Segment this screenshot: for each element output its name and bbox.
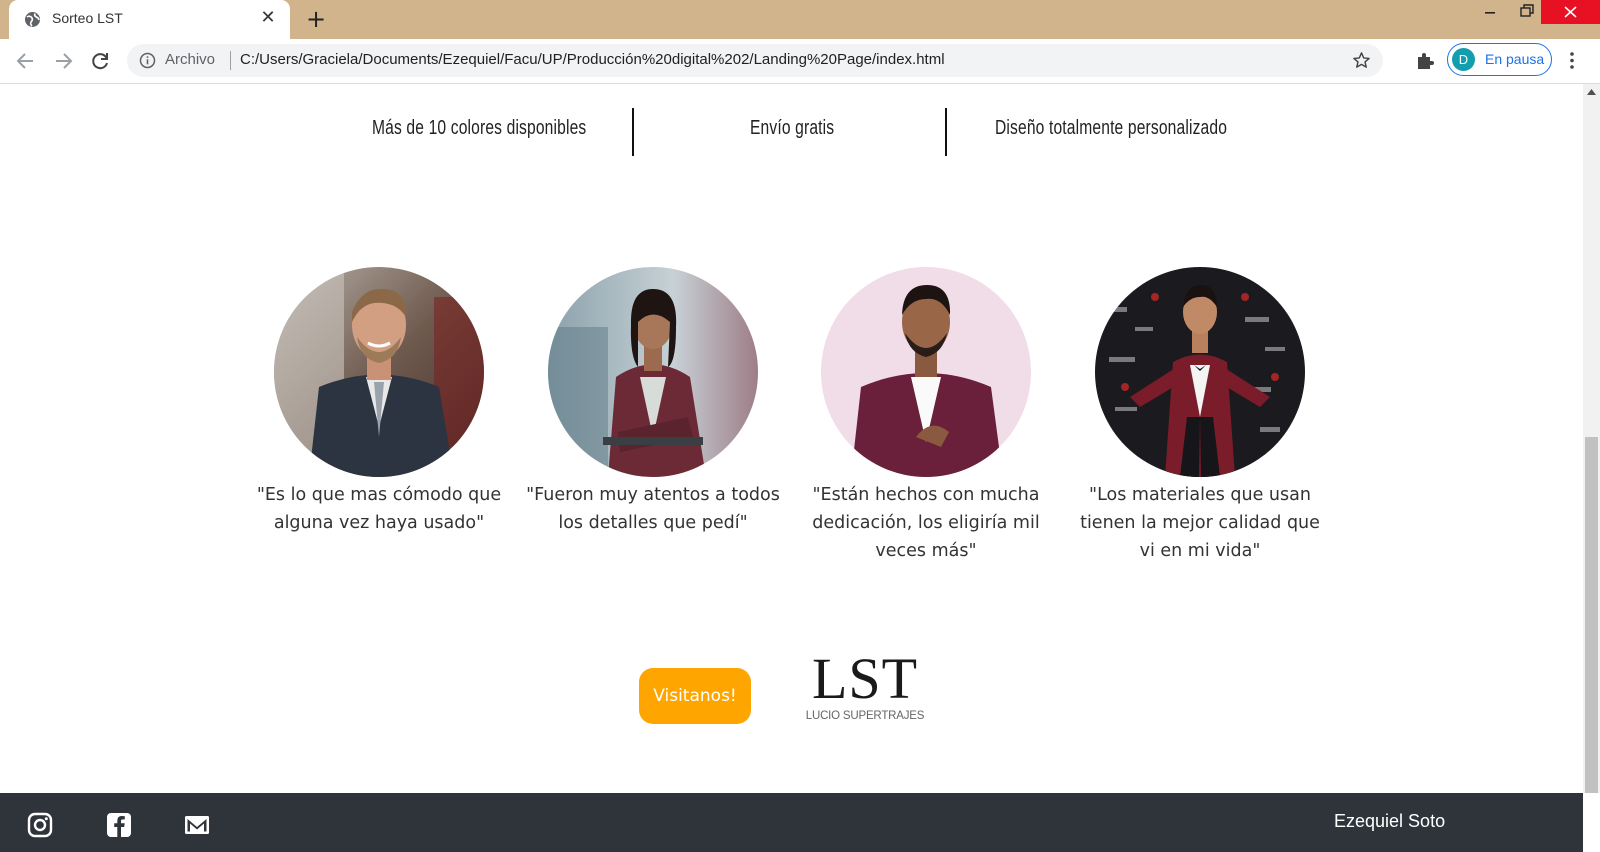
testimonial-quote: "Los materiales que usan tienen la mejor… (1080, 485, 1320, 561)
testimonial-card: "Fueron muy atentos a todos los detalles… (523, 267, 783, 537)
minimize-icon[interactable] (1475, 0, 1505, 24)
info-icon[interactable] (139, 52, 156, 69)
globe-icon (25, 12, 40, 27)
menu-dots-icon[interactable] (1565, 50, 1579, 71)
testimonial-photo (548, 267, 758, 477)
extensions-puzzle-icon[interactable] (1415, 50, 1436, 71)
logo-mark: LST (811, 646, 919, 711)
feature-divider (945, 108, 947, 156)
feature-shipping: Envío gratis (750, 117, 835, 139)
restore-icon[interactable] (1512, 0, 1542, 24)
url-text[interactable]: C:/Users/Graciela/Documents/Ezequiel/Fac… (240, 51, 945, 68)
instagram-icon[interactable] (27, 812, 53, 838)
features-strip: Más de 10 colores disponibles Envío grat… (0, 108, 1583, 158)
browser-titlebar: Sorteo LST ✕ + (0, 0, 1600, 40)
tab-title: Sorteo LST (52, 10, 123, 26)
testimonial-quote: "Están hechos con mucha dedicación, los … (812, 485, 1040, 561)
back-arrow-icon[interactable] (13, 48, 39, 74)
reload-icon[interactable] (87, 48, 113, 74)
browser-tab[interactable]: Sorteo LST ✕ (9, 0, 290, 40)
visit-button[interactable]: Visitanos! (639, 668, 751, 724)
page-viewport: Más de 10 colores disponibles Envío grat… (0, 84, 1600, 852)
profile-button[interactable]: D En pausa (1447, 43, 1552, 76)
facebook-icon[interactable] (106, 812, 132, 838)
address-separator (230, 51, 231, 70)
testimonial-photo (1095, 267, 1305, 477)
testimonial-photo (274, 267, 484, 477)
footer-author: Ezequiel Soto (1334, 811, 1446, 831)
logo-brand-name: LUCIO SUPERTRAJES (805, 710, 925, 722)
mail-icon[interactable] (184, 812, 210, 838)
page-scrollbar[interactable] (1583, 84, 1600, 793)
feature-colors: Más de 10 colores disponibles (372, 117, 587, 139)
new-tab-button[interactable]: + (302, 6, 330, 34)
feature-divider (632, 108, 634, 156)
scrollbar-thumb[interactable] (1585, 437, 1598, 793)
forward-arrow-icon[interactable] (50, 48, 76, 74)
footer: Ezequiel Soto (0, 793, 1583, 852)
scroll-up-arrow-icon[interactable] (1587, 88, 1596, 96)
testimonial-photo (821, 267, 1031, 477)
bookmark-star-icon[interactable] (1352, 51, 1371, 70)
browser-toolbar: Archivo C:/Users/Graciela/Documents/Ezeq… (0, 39, 1600, 84)
testimonial-card: "Los materiales que usan tienen la mejor… (1070, 267, 1330, 565)
testimonial-card: "Es lo que mas cómodo que alguna vez hay… (249, 267, 509, 537)
scheme-label: Archivo (165, 51, 216, 68)
testimonial-quote: "Es lo que mas cómodo que alguna vez hay… (256, 485, 502, 533)
tab-close-icon[interactable]: ✕ (256, 6, 280, 30)
address-bar[interactable]: Archivo C:/Users/Graciela/Documents/Ezeq… (127, 44, 1383, 77)
close-icon[interactable] (1541, 0, 1600, 24)
brand-logo[interactable]: LST LUCIO SUPERTRAJES (795, 650, 935, 730)
avatar: D (1452, 48, 1475, 71)
feature-custom-design: Diseño totalmente personalizado (995, 117, 1228, 139)
profile-status: En pausa (1485, 51, 1545, 67)
testimonial-quote: "Fueron muy atentos a todos los detalles… (526, 485, 780, 533)
testimonial-card: "Están hechos con mucha dedicación, los … (796, 267, 1056, 565)
